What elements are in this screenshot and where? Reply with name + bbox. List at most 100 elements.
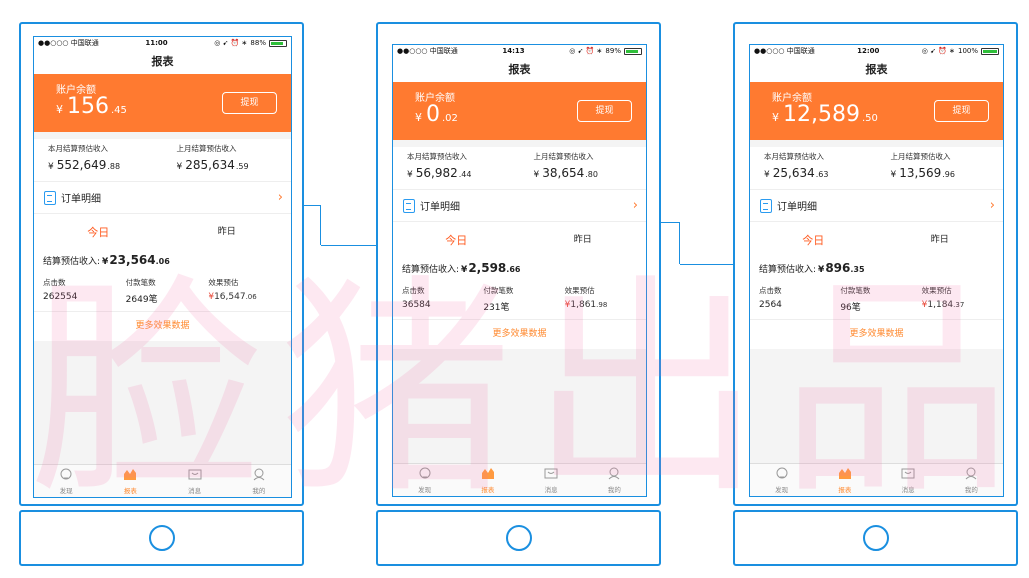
this-month-integer: 552,649 [56,158,107,172]
tab-message[interactable]: 消息 [163,465,227,497]
today-decimal: .35 [850,265,865,274]
last-month-integer: 285,634 [185,158,235,172]
more-data-link[interactable]: 更多效果数据 [750,319,1003,349]
this-month-decimal: .88 [107,162,121,171]
balance-decimal: .50 [861,113,878,124]
currency-symbol: ¥ [407,170,413,180]
tab-yesterday[interactable]: 昨日 [163,214,292,251]
effect-value: ¥1,184.37 [922,300,1003,310]
order-list-icon [44,190,56,205]
tab-report-label: 报表 [481,485,495,494]
tab-today[interactable]: 今日 [393,222,520,259]
tab-discover-label: 发现 [418,485,432,494]
bottom-tab-bar: 发现 报表 消息 我的 [34,464,291,497]
clock: 11:00 [145,39,168,47]
profile-icon [607,467,621,484]
effect-decimal: .37 [953,301,965,309]
currency-symbol: ¥ [102,257,109,267]
balance-card: 账户余额 ¥ 0 .02 提现 [393,82,646,140]
tab-message[interactable]: 消息 [877,464,940,496]
tab-yesterday[interactable]: 昨日 [520,222,647,259]
clicks-label: 点击数 [43,278,66,287]
message-icon [188,468,202,485]
battery-percent: 100% [957,47,978,55]
report-icon [838,467,852,484]
last-month-label: 上月结算预估收入 [176,144,237,153]
home-button[interactable] [862,525,889,551]
tab-message[interactable]: 消息 [520,464,583,496]
today-decimal: .66 [506,265,521,274]
flow-connector [321,245,377,246]
this-month-amount: ¥ 552,649 .88 [48,158,163,172]
last-month-decimal: .96 [942,170,955,179]
balance-decimal: .02 [442,113,458,124]
today-integer: 2,598 [468,261,507,275]
last-month-amount: ¥ 38,654 .80 [534,166,647,180]
this-month-amount: ¥ 25,634 .63 [764,166,877,180]
order-details-label: 订单明细 [777,202,817,213]
order-details-row[interactable]: 订单明细 › [750,189,1003,222]
tab-profile-label: 我的 [252,486,266,495]
clicks-label: 点击数 [759,286,782,295]
effect-value: ¥1,861.98 [565,300,646,310]
effect-decimal: .06 [245,293,257,301]
message-icon [901,467,915,484]
clicks-value: 36584 [402,300,431,310]
withdraw-button[interactable]: 提现 [577,100,632,122]
tab-report-label: 报表 [123,486,137,495]
carrier-label: ●●○○○ 中国联通 [38,39,99,47]
effect-label: 效果预估 [208,278,239,287]
tab-profile[interactable]: 我的 [940,464,1003,496]
last-month-integer: 38,654 [542,166,585,180]
balance-card: 账户余额 ¥ 12,589 .50 提现 [750,82,1003,140]
status-icons: ◎ ➹ ⏰ ∗ [569,47,603,55]
bottom-tab-bar: 发现 报表 消息 我的 [750,463,1003,496]
tab-discover-label: 发现 [775,485,789,494]
tab-discover[interactable]: 发现 [393,464,456,496]
discover-icon [775,467,789,484]
chevron-right-icon: › [632,198,638,213]
withdraw-button[interactable]: 提现 [222,92,277,114]
tab-profile[interactable]: 我的 [227,465,291,497]
day-tabs: 今日 昨日 [393,222,646,259]
status-icons: ◎ ➹ ⏰ ∗ [921,47,955,55]
order-details-row[interactable]: 订单明细 › [34,181,291,214]
tab-message-label: 消息 [901,485,915,494]
tab-report[interactable]: 报表 [813,464,876,496]
more-data-link[interactable]: 更多效果数据 [393,319,646,349]
effect-label: 效果预估 [921,286,952,295]
last-month-label: 上月结算预估收入 [533,152,594,161]
metrics-row: 点击数 2564 付款笔数 96笔 效果预估 ¥1,184.37 [750,281,1003,319]
tab-discover[interactable]: 发现 [34,465,98,497]
tab-today[interactable]: 今日 [750,222,877,259]
tab-report[interactable]: 报表 [456,464,519,496]
currency-symbol: ¥ [764,170,770,180]
clicks-value: 2564 [759,300,782,310]
home-button[interactable] [148,525,175,551]
tab-message-label: 消息 [188,486,202,495]
tab-profile[interactable]: 我的 [583,464,646,496]
tab-discover[interactable]: 发现 [750,464,813,496]
summary-label: 结算预估收入: [43,257,101,267]
more-data-link[interactable]: 更多效果数据 [34,311,291,341]
effect-decimal: .98 [596,301,608,309]
battery-percent: 88% [250,39,266,47]
summary-label: 结算预估收入: [759,265,817,275]
home-button-area [376,510,661,566]
balance-amount: ¥ 156 .45 [56,94,127,119]
clock: 12:00 [857,47,880,55]
tab-today[interactable]: 今日 [34,214,163,251]
effect-label: 效果预估 [564,286,595,295]
day-tabs: 今日 昨日 [750,222,1003,259]
tab-yesterday[interactable]: 昨日 [877,222,1004,259]
bottom-tab-bar: 发现 报表 消息 我的 [393,463,646,496]
withdraw-button[interactable]: 提现 [934,100,989,122]
home-button[interactable] [505,525,532,551]
this-month-decimal: .63 [815,170,829,179]
tab-report[interactable]: 报表 [98,465,162,497]
monthly-estimates: 本月结算预估收入 ¥ 552,649 .88 上月结算预估收入 ¥ 285,63… [34,139,291,181]
balance-card: 账户余额 ¥ 156 .45 提现 [34,74,291,132]
tab-profile-label: 我的 [964,485,978,494]
orders-value: 96笔 [840,303,861,313]
order-details-row[interactable]: 订单明细 › [393,189,646,222]
